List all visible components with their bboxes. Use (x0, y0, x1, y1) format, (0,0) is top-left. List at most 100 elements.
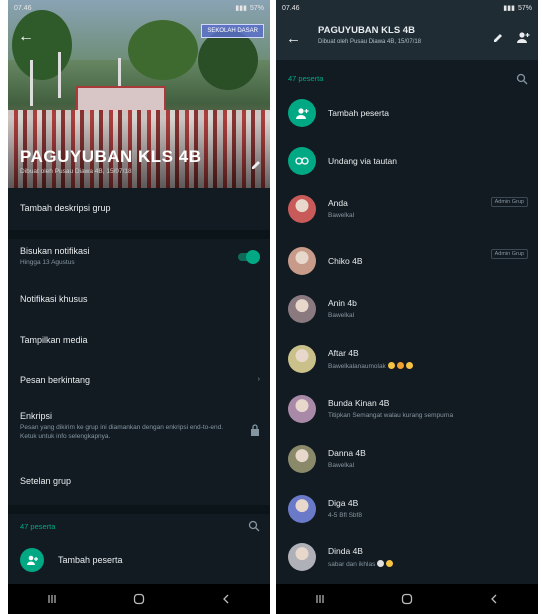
school-sign: SEKOLAH DASAR (201, 24, 264, 38)
member-status-text: Bawelkalanaumolak (328, 363, 386, 370)
avatar (288, 247, 316, 275)
member-name: Danna 4B (328, 448, 366, 458)
recent-apps-icon[interactable] (32, 594, 72, 604)
home-icon[interactable] (119, 593, 159, 605)
edit-pencil-icon[interactable] (492, 31, 504, 49)
home-icon[interactable] (387, 593, 427, 605)
group-photo-banner[interactable]: ← SEKOLAH DASAR PAGUYUBAN KLS 4B Dibuat … (8, 0, 270, 188)
emoji-icon (405, 362, 413, 369)
participants-count: 47 peserta (20, 522, 56, 531)
avatar (288, 495, 316, 523)
member-row[interactable]: Bunda Kinan 4B Titipkan Semangat walau k… (276, 386, 538, 432)
member-name: Bunda Kinan 4B (328, 398, 390, 408)
add-description-row[interactable]: Tambah deskripsi grup (8, 188, 270, 230)
member-row[interactable]: Anin 4b Bawelkal (276, 286, 538, 332)
member-status: Titipkan Semangat walau kurang sempurna (328, 412, 454, 419)
group-info-screen: ← SEKOLAH DASAR PAGUYUBAN KLS 4B Dibuat … (8, 0, 270, 614)
member-name: Anda (328, 198, 348, 208)
search-icon[interactable] (248, 519, 260, 537)
member-row[interactable]: Dinda 4B sabar dan ikhlas (276, 534, 538, 580)
edit-pencil-icon[interactable] (250, 158, 262, 176)
avatar (288, 445, 316, 473)
member-name: Chiko 4B (328, 256, 363, 266)
chevron-right-icon: › (257, 376, 260, 383)
group-settings-label: Setelan grup (20, 476, 72, 486)
banner-signboard (76, 86, 166, 112)
member-row[interactable]: Chiko 4B Admin Grup (276, 238, 538, 284)
member-row[interactable]: Diga 4B 4-5 Bfl Sbf8 (276, 486, 538, 532)
mute-notifications-row[interactable]: Bisukan notifikasi Hingga 13 Agustus (8, 239, 270, 281)
invite-link-row[interactable]: Undang via tautan (276, 138, 538, 184)
encryption-row[interactable]: Enkripsi Pesan yang dikirim ke grup ini … (8, 401, 270, 457)
group-subtitle: Dibuat oleh Pusau Diawa 4B, 15/07/18 (318, 39, 422, 45)
disappearing-messages-row[interactable]: Pesan berkintang › (8, 361, 270, 401)
participants-count: 47 peserta (288, 74, 324, 83)
status-time: 07.46 (282, 4, 300, 12)
avatar (288, 543, 316, 571)
app-bar: ← PAGUYUBAN KLS 4B Dibuat oleh Pusau Dia… (276, 16, 538, 60)
member-status-text: sabar dan ikhlas (328, 561, 376, 568)
lock-icon (250, 423, 260, 441)
member-status: 4-5 Bfl Sbf8 (328, 512, 362, 519)
signal-icon: ▮▮▮ (235, 5, 247, 12)
system-nav-bar (276, 584, 538, 614)
status-bar: 07.46 ▮▮▮ 57% (8, 0, 270, 16)
member-name: Aftar 4B (328, 348, 359, 358)
disappearing-messages-label: Pesan berkintang (20, 375, 91, 385)
media-visibility-label: Tampilkan media (20, 335, 88, 345)
search-icon[interactable] (516, 72, 528, 90)
back-nav-icon[interactable] (206, 594, 246, 604)
member-name: Diga 4B (328, 498, 359, 508)
avatar (288, 395, 316, 423)
status-time: 07.46 (14, 4, 32, 12)
status-bar: 07.46 ▮▮▮ 57% (276, 0, 538, 16)
invite-link-label: Undang via tautan (328, 156, 397, 166)
member-status: sabar dan ikhlas (328, 560, 394, 568)
mute-notifications-label: Bisukan notifikasi (20, 246, 90, 256)
add-participant-label: Tambah peserta (328, 108, 389, 118)
back-arrow-icon[interactable]: ← (18, 28, 34, 46)
back-nav-icon[interactable] (474, 594, 514, 604)
group-title: PAGUYUBAN KLS 4B (318, 25, 415, 36)
encryption-label: Enkripsi (20, 411, 53, 421)
custom-notifications-label: Notifikasi khusus (20, 294, 88, 304)
signal-icon: ▮▮▮ (503, 5, 515, 12)
group-created-by: Dibuat oleh Pusau Diawa 4B, 15/07/18 (20, 168, 132, 175)
member-row[interactable]: Danna 4B Bawelkal (276, 436, 538, 482)
add-person-icon (20, 548, 44, 572)
member-row[interactable]: Aftar 4B Bawelkalanaumolak (276, 336, 538, 382)
add-participant-row[interactable]: Tambah peserta (276, 90, 538, 136)
member-row[interactable]: Anda Bawelkal Admin Grup (276, 186, 538, 232)
custom-notifications-row[interactable]: Notifikasi khusus (8, 281, 270, 321)
emoji-icon (377, 560, 385, 567)
emoji-icon (396, 362, 404, 369)
admin-badge: Admin Grup (490, 249, 528, 259)
recent-apps-icon[interactable] (300, 594, 340, 604)
participants-screen: 07.46 ▮▮▮ 57% ← PAGUYUBAN KLS 4B Dibuat o… (276, 0, 538, 614)
system-nav-bar (8, 584, 270, 614)
add-participant-label: Tambah peserta (58, 555, 123, 565)
add-description-label: Tambah deskripsi grup (20, 203, 111, 213)
link-icon (288, 147, 316, 175)
back-arrow-icon[interactable]: ← (286, 30, 301, 47)
member-name: Anin 4b (328, 298, 357, 308)
encryption-description: Pesan yang dikirim ke grup ini diamankan… (20, 424, 224, 440)
group-name: PAGUYUBAN KLS 4B (20, 147, 202, 166)
battery-level: 57% (517, 4, 532, 12)
emoji-icon (386, 560, 394, 567)
member-status: Bawelkal (328, 312, 355, 319)
add-participant-row[interactable]: Tambah peserta (8, 548, 270, 572)
add-person-icon (288, 99, 316, 127)
member-status: Bawelkal (328, 212, 355, 219)
group-settings-row[interactable]: Setelan grup (8, 457, 270, 505)
avatar (288, 295, 316, 323)
member-name: Dinda 4B (328, 546, 363, 556)
mute-until-text: Hingga 13 Agustus (20, 259, 75, 266)
member-status: Bawelkalanaumolak (328, 362, 413, 370)
add-person-icon[interactable] (516, 30, 530, 48)
admin-badge: Admin Grup (490, 197, 528, 207)
mute-toggle[interactable] (238, 250, 260, 264)
member-status: Bawelkal (328, 462, 355, 469)
emoji-icon (387, 362, 395, 369)
media-visibility-row[interactable]: Tampilkan media (8, 321, 270, 361)
